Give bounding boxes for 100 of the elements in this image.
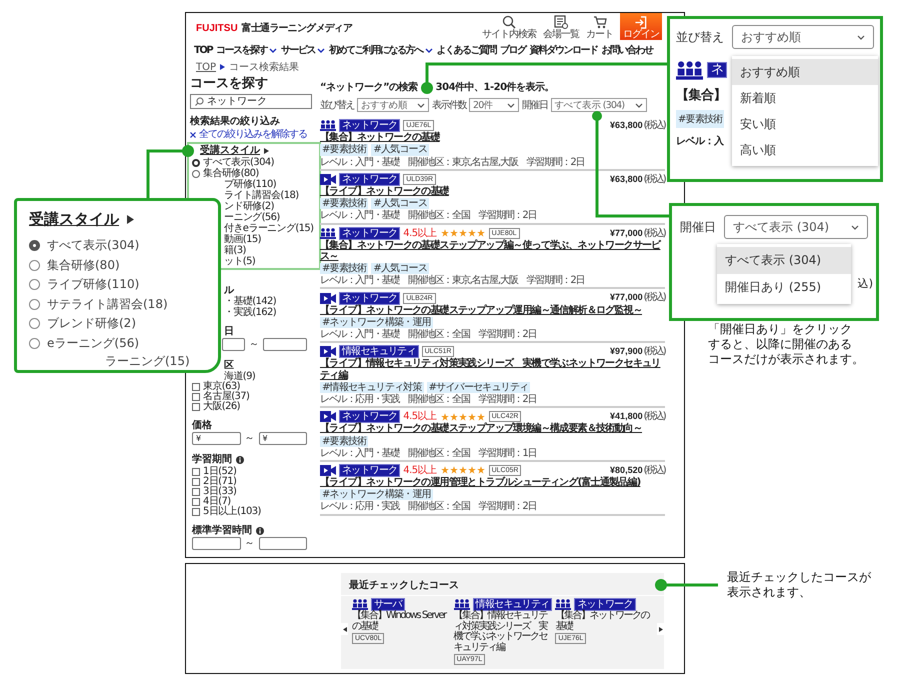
dropdown[interactable]: おすすめ順 <box>732 25 874 49</box>
result-summary: “ネットワーク”の検索 <box>320 80 418 94</box>
checkbox[interactable] <box>192 468 200 476</box>
menu-item[interactable]: すべて表示 (304) <box>717 247 851 274</box>
checkbox[interactable] <box>192 403 200 412</box>
checkbox[interactable] <box>192 488 200 496</box>
input-field[interactable] <box>258 537 307 550</box>
menu-item[interactable]: おすすめ順 <box>732 59 878 85</box>
nav-link[interactable]: よくあるご質問 <box>436 43 496 57</box>
menu-item[interactable]: 開催日あり (255) <box>717 274 851 301</box>
option-label: 名古屋(37) <box>203 392 250 402</box>
price: ¥41,800 <box>610 411 643 422</box>
tag[interactable]: #要素技術 <box>676 110 724 128</box>
category-badge: ネットワーク <box>340 120 400 132</box>
nav-link[interactable]: コースを探す <box>216 43 278 57</box>
star-icon <box>468 229 476 238</box>
logo[interactable]: FUJITSU <box>196 22 238 34</box>
radio-button[interactable] <box>29 298 40 310</box>
course-meta: レベル：入門・基礎 開催地区：全国 学習期間：2日 <box>320 329 536 340</box>
checkbox[interactable] <box>192 382 200 391</box>
radio-button[interactable] <box>29 279 40 290</box>
radio-button[interactable] <box>192 170 200 178</box>
breadcrumb-link[interactable]: TOP <box>196 62 216 72</box>
option-label: 5日以上(103) <box>203 507 261 518</box>
nav-link[interactable]: TOP <box>194 44 212 56</box>
category-badge: 情報セキュリティ <box>474 599 552 610</box>
dropdown[interactable]: すべて表示 (304) <box>550 98 646 112</box>
course-title-link[interactable]: 【集合】 <box>676 86 726 104</box>
tag[interactable]: #人気コース <box>371 144 429 156</box>
menu-item[interactable]: 新着順 <box>732 85 878 111</box>
price: ¥77,000 <box>610 292 643 303</box>
next-button[interactable] <box>657 623 664 635</box>
option-label: ーニング(56) <box>224 212 280 223</box>
previous-button[interactable] <box>341 623 348 635</box>
dropdown[interactable]: すべて表示 (304) <box>724 215 868 239</box>
toolbar-button[interactable]: サイト内検索 <box>482 13 536 40</box>
radio-button[interactable] <box>192 158 200 167</box>
menu-item[interactable]: 安い順 <box>732 111 878 137</box>
tag[interactable]: #情報セキュリティ対策 <box>320 382 424 393</box>
tag[interactable]: #人気コース <box>371 263 429 274</box>
tag[interactable]: #要素技術 <box>320 263 368 274</box>
video-camera-icon <box>320 174 336 185</box>
tag[interactable]: #サイバーセキュリティ <box>426 382 530 393</box>
radio-button[interactable] <box>29 338 40 349</box>
input-field[interactable]: ¥ <box>192 432 240 446</box>
input-field[interactable] <box>222 338 245 351</box>
checkbox[interactable] <box>192 478 200 486</box>
course-title-link[interactable]: 【ライブ】情報セキュリティ対策実践シリーズ 実機で学ぶネットワークセキュリティ編 <box>320 358 665 381</box>
tag[interactable]: #要素技術 <box>320 144 368 156</box>
star-icon <box>450 466 458 474</box>
course-title-link[interactable]: 【ライブ】ネットワークの基礎 <box>320 186 449 198</box>
option-label: 東京(63) <box>203 382 240 392</box>
nav-link[interactable]: 資料ダウンロード <box>530 43 598 57</box>
people-icon <box>555 599 572 610</box>
tag[interactable]: #ネットワーク構築・運用 <box>320 316 433 328</box>
tag[interactable]: #要素技術 <box>320 198 368 210</box>
option-label: すべて表示(304) <box>47 237 140 254</box>
toolbar-button[interactable]: カート <box>586 13 613 40</box>
menu-item[interactable]: 高い順 <box>732 137 878 163</box>
checkbox[interactable] <box>192 508 200 516</box>
tag[interactable]: #ネットワーク構築・運用 <box>320 489 433 500</box>
option-label: eラーニング(56) <box>47 334 140 352</box>
login-button[interactable]: ログイン <box>620 13 662 40</box>
nav-link[interactable]: サービス <box>281 43 326 57</box>
tag[interactable]: #要素技術 <box>320 436 368 447</box>
course-title-link[interactable]: 【集合】情報セキュリティ対策実践シリーズ 実機で学ぶネットワークセキュリティ編 <box>454 611 552 653</box>
course-title-link[interactable]: 【ライブ】ネットワークの運用管理とトラブルシューティング(富士通製品編) <box>320 477 640 488</box>
search-field[interactable]: ネットワーク <box>190 94 312 110</box>
triangle-icon <box>342 626 346 632</box>
radio-button[interactable] <box>29 260 40 271</box>
category-badge: ネ <box>708 63 726 78</box>
dropdown[interactable]: おすすめ順 <box>357 98 429 112</box>
input-field[interactable] <box>262 338 307 351</box>
toolbar-button[interactable]: 会場一覧 <box>543 13 579 40</box>
dropdown[interactable]: 20件 <box>469 98 519 112</box>
checkbox[interactable] <box>192 498 200 506</box>
course-title-link[interactable]: 【集合】ネットワークの基礎ステップアップ編～使って学ぶ、ネットワークサービス～ <box>320 240 665 262</box>
input-field[interactable] <box>192 537 240 550</box>
option-label: 3日(33) <box>203 486 236 497</box>
nav-link[interactable]: 初めてご利用になる方へ <box>329 43 433 57</box>
radio-button[interactable] <box>29 240 40 252</box>
course-title-link[interactable]: 【ライブ】ネットワークの基礎ステップアップ環境編～構成要素＆技術動向～ <box>320 423 642 434</box>
clear-filters-link[interactable]: 全ての絞り込みを解除する <box>190 129 307 140</box>
course-title-link[interactable]: 【ライブ】ネットワークの基礎ステップアップ運用編～通信解析＆ログ監視～ <box>320 304 642 316</box>
nav-link[interactable]: お問い合わせ <box>602 43 653 57</box>
annotation-text: 「開催日あり」をクリック すると、以降に開催のある コースだけが表示されます。 <box>708 322 864 367</box>
tag[interactable]: #人気コース <box>371 198 429 210</box>
checkbox[interactable] <box>192 393 200 402</box>
course-meta: レベル：入門・基礎 開催地区：全国 学習期間：2日 <box>320 210 536 222</box>
option-label: すべて表示(304) <box>203 158 274 168</box>
course-title-link[interactable]: 【集合】Windows Serverの基礎 <box>352 611 450 632</box>
course-title-link[interactable]: 【集合】ネットワークの基礎 <box>320 132 440 144</box>
login-icon <box>634 16 648 29</box>
category-badge: サーバ <box>372 599 404 610</box>
radio-button[interactable] <box>29 318 40 330</box>
price: ¥80,520 <box>610 464 643 475</box>
nav-link[interactable]: ブログ <box>500 43 526 57</box>
range-separator: ～ <box>248 338 259 350</box>
course-title-link[interactable]: 【集合】ネットワークの基礎 <box>555 611 654 632</box>
input-field[interactable]: ¥ <box>258 432 307 446</box>
